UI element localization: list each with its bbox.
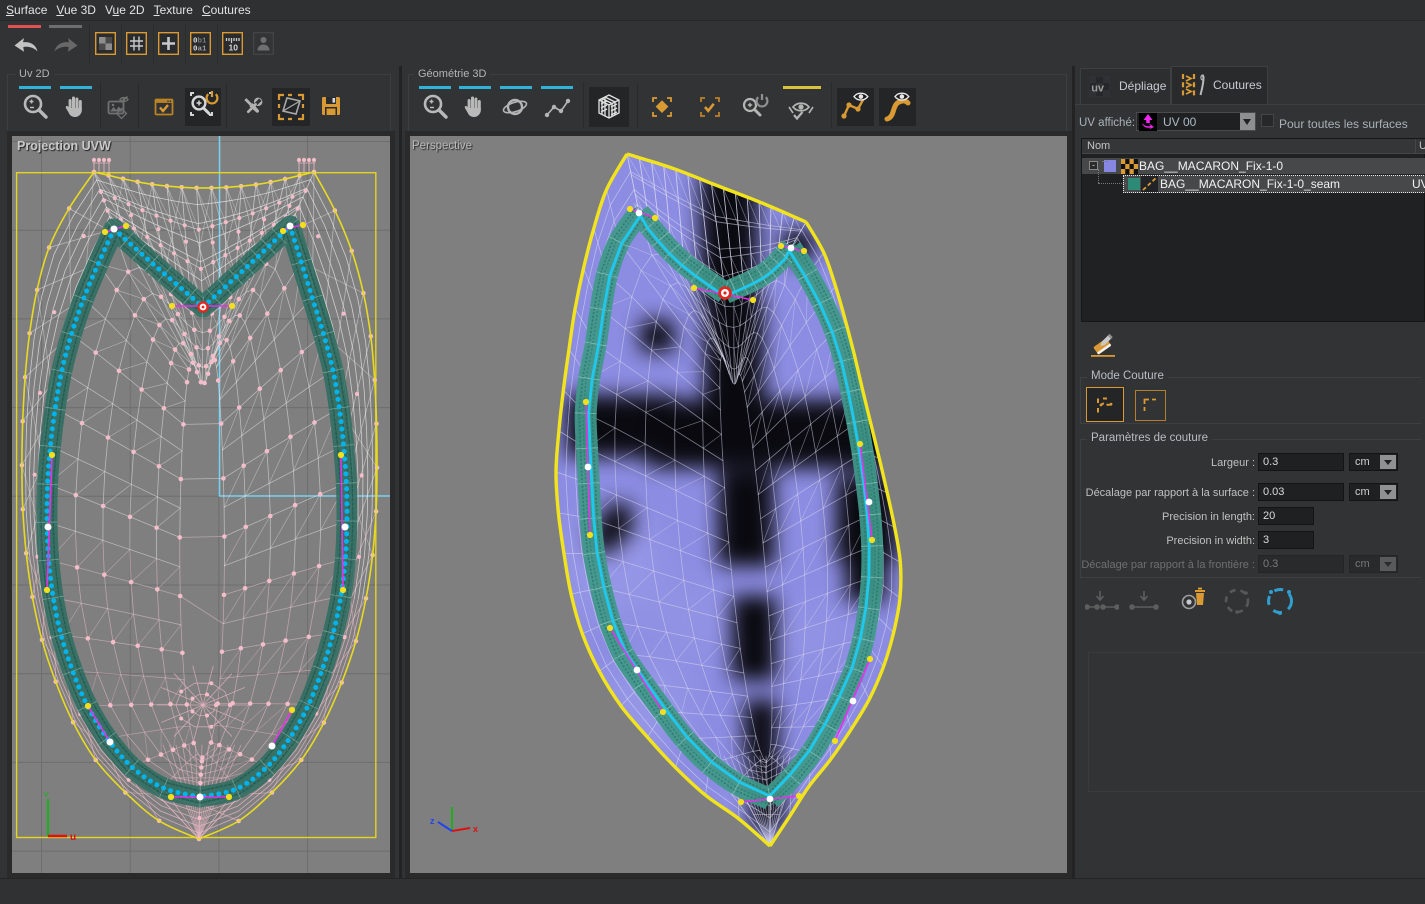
svg-text:uv: uv [1091, 83, 1105, 95]
svg-text:10: 10 [229, 43, 239, 53]
svg-text:0b1: 0b1 [193, 38, 207, 46]
svg-text:0a1: 0a1 [193, 46, 207, 54]
svg-text:u: u [70, 832, 76, 843]
svg-text:x: x [473, 824, 478, 834]
svg-text:v: v [44, 789, 49, 799]
svg-text:Perspective: Perspective [412, 140, 472, 152]
svg-text:z: z [430, 816, 435, 826]
svg-text:Projection UVW: Projection UVW [17, 139, 111, 153]
